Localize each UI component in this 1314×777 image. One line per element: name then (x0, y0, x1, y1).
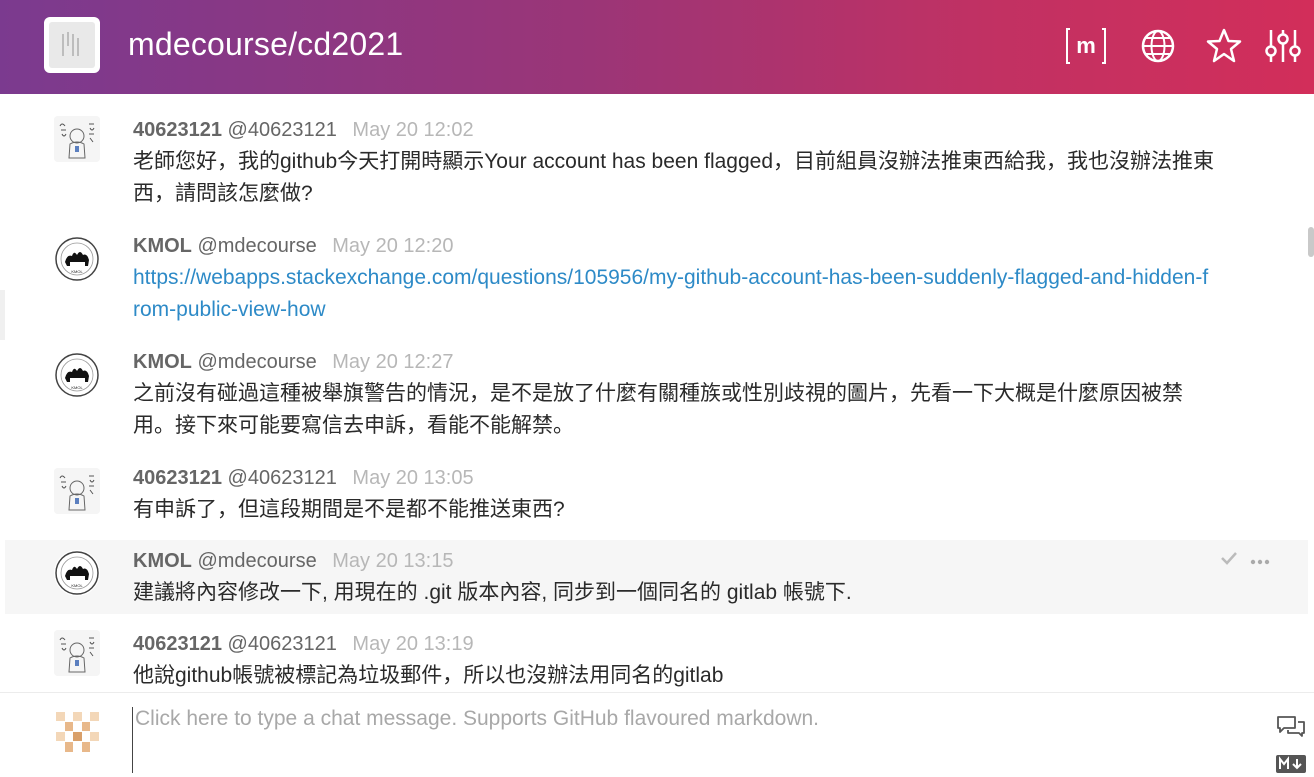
sender-name[interactable]: KMOL (133, 550, 192, 572)
svg-text:KMOL: KMOL (71, 583, 83, 588)
svg-text:KMOL: KMOL (71, 385, 83, 390)
message-text: 建議將內容修改一下, 用現在的 .git 版本內容, 同步到一個同名的 gitl… (133, 581, 852, 604)
message-meta: KMOL @mdecourse May 20 12:20 (133, 234, 453, 258)
avatar[interactable] (54, 630, 100, 676)
sender-handle[interactable]: @mdecourse (197, 351, 316, 373)
sender-handle[interactable]: @mdecourse (197, 550, 316, 572)
markdown-icon[interactable] (1274, 751, 1308, 777)
scrollbar-thumb[interactable] (1308, 227, 1314, 257)
read-check-icon[interactable] (1220, 550, 1238, 569)
message-meta: 40623121 @40623121 May 20 12:02 (133, 118, 474, 142)
message-link[interactable]: https://webapps.stackexchange.com/questi… (133, 266, 1208, 321)
more-options-icon[interactable] (1250, 550, 1270, 569)
star-icon[interactable] (1204, 26, 1244, 66)
settings-sliders-icon[interactable] (1263, 26, 1303, 66)
avatar[interactable] (54, 116, 100, 162)
message-time[interactable]: May 20 13:15 (332, 550, 453, 572)
message-time[interactable]: May 20 13:05 (352, 467, 473, 489)
sender-handle[interactable]: @40623121 (228, 467, 337, 489)
sender-handle[interactable]: @40623121 (228, 633, 337, 655)
message-actions (1220, 550, 1270, 569)
chat-message: KMOL KMOL @mdecourse May 20 12:27 之前沒有碰過… (0, 340, 1308, 450)
sender-name[interactable]: 40623121 (133, 467, 222, 489)
svg-text:KMOL: KMOL (71, 269, 83, 274)
message-time[interactable]: May 20 12:02 (352, 119, 473, 141)
threads-chat-icon[interactable] (1274, 713, 1308, 739)
message-meta: KMOL @mdecourse May 20 12:27 (133, 350, 453, 374)
message-text: 老師您好，我的github今天打開時顯示Your account has bee… (133, 150, 1215, 205)
chat-message: KMOL KMOL @mdecourse May 20 12:20 https:… (0, 224, 1308, 334)
avatar[interactable]: KMOL (54, 550, 100, 596)
chat-scrollbar[interactable] (1308, 94, 1314, 692)
sender-name[interactable]: KMOL (133, 351, 192, 373)
message-text: https://webapps.stackexchange.com/questi… (133, 262, 1213, 326)
current-user-avatar[interactable] (56, 710, 100, 754)
message-text: 他說github帳號被標記為垃圾郵件，所以也沒辦法用同名的gitlab (133, 664, 724, 687)
message-time[interactable]: May 20 12:27 (332, 351, 453, 373)
avatar[interactable] (54, 468, 100, 514)
message-text: 有申訴了，但這段期間是不是都不能推送東西? (133, 498, 565, 521)
room-avatar-image (49, 22, 95, 68)
avatar[interactable]: KMOL (54, 236, 100, 282)
room-title: mdecourse/cd2021 (128, 26, 404, 62)
chat-message: KMOL KMOL @mdecourse May 20 13:15 建議將內容修… (5, 540, 1308, 614)
room-logo-icon (62, 32, 79, 56)
sender-name[interactable]: 40623121 (133, 119, 222, 141)
matrix-icon[interactable]: m (1066, 26, 1106, 66)
message-time[interactable]: May 20 12:20 (332, 235, 453, 257)
chat-composer (0, 692, 1314, 777)
chat-message: 40623121 @40623121 May 20 13:19 他說github… (0, 624, 1308, 692)
chat-message-input[interactable] (132, 707, 1240, 773)
chat-messages[interactable]: 40623121 @40623121 May 20 12:02 老師您好，我的g… (0, 94, 1314, 692)
sender-name[interactable]: KMOL (133, 235, 192, 257)
message-text: 之前沒有碰過這種被舉旗警告的情況，是不是放了什麼有關種族或性別歧視的圖片，先看一… (133, 382, 1183, 437)
room-header: mdecourse/cd2021 m (0, 0, 1314, 94)
avatar[interactable]: KMOL (54, 352, 100, 398)
sender-handle[interactable]: @40623121 (228, 119, 337, 141)
message-time[interactable]: May 20 13:19 (352, 633, 473, 655)
chat-message: 40623121 @40623121 May 20 13:05 有申訴了，但這段… (0, 456, 1308, 538)
chat-message: 40623121 @40623121 May 20 12:02 老師您好，我的g… (0, 94, 1308, 214)
globe-icon[interactable] (1138, 26, 1178, 66)
room-avatar[interactable] (44, 17, 100, 73)
message-meta: KMOL @mdecourse May 20 13:15 (133, 549, 453, 573)
message-meta: 40623121 @40623121 May 20 13:05 (133, 466, 474, 490)
sender-name[interactable]: 40623121 (133, 633, 222, 655)
sender-handle[interactable]: @mdecourse (197, 235, 316, 257)
svg-text:m: m (1076, 33, 1096, 58)
message-meta: 40623121 @40623121 May 20 13:19 (133, 632, 474, 656)
